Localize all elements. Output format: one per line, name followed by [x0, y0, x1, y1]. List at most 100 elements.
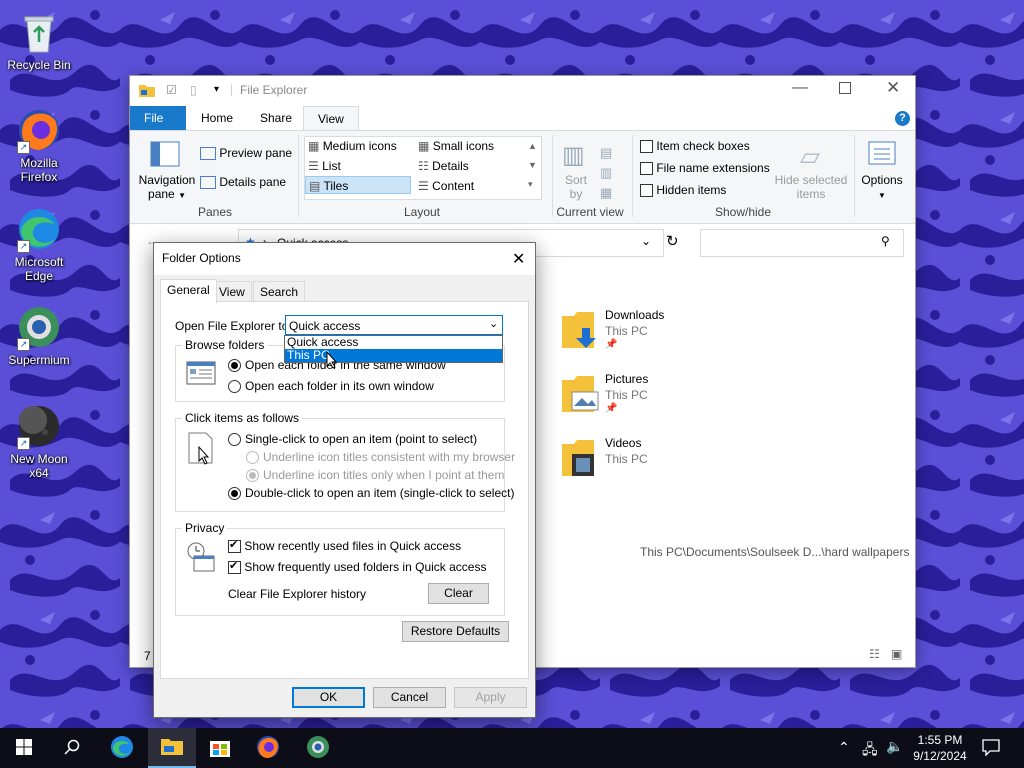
content-icon: ☰ [418, 179, 429, 193]
group-by-icon[interactable]: ▤ ▥ ▦ [600, 143, 612, 203]
hidden-items-label: Hidden items [656, 183, 727, 197]
taskbar-search-button[interactable] [48, 728, 96, 768]
clear-button[interactable]: Clear [428, 583, 489, 604]
chevron-down-icon: ▼ [178, 191, 186, 200]
radio-button[interactable] [228, 380, 241, 394]
hidden-items-toggle[interactable]: Hidden items [640, 183, 727, 198]
radio-own-window[interactable]: Open each folder in its own window [228, 379, 434, 394]
volume-muted-icon[interactable]: 🔈 [886, 738, 903, 755]
details-view-icon[interactable]: ☷ [869, 647, 880, 661]
taskbar-edge[interactable] [98, 728, 146, 768]
explorer-title-bar[interactable]: ☑ ▯ ▾ | File Explorer — ✕ [130, 76, 915, 106]
options-button[interactable]: Options ▼ [860, 173, 904, 201]
layout-tiles-label: Tiles [323, 179, 349, 193]
tab-file[interactable]: File [130, 106, 186, 130]
checkbox[interactable] [228, 538, 241, 554]
show-hidden-icons-icon[interactable]: ⌃ [838, 739, 850, 756]
restore-defaults-button[interactable]: Restore Defaults [402, 621, 509, 642]
frequent-folders-toggle[interactable]: Show frequently used folders in Quick ac… [228, 559, 486, 575]
layout-small-icons[interactable]: ▦ Small icons [418, 139, 494, 153]
desktop-icon-recycle-bin[interactable]: Recycle Bin [1, 8, 77, 72]
start-button[interactable] [0, 728, 48, 768]
large-icons-view-icon[interactable]: ▣ [891, 647, 902, 661]
tab-general[interactable]: General [160, 279, 217, 303]
radio-underline-point[interactable]: Underline icon titles only when I point … [246, 468, 504, 483]
notifications-icon[interactable] [982, 738, 1000, 759]
taskbar-firefox[interactable] [244, 728, 292, 768]
browse-folders-legend: Browse folders [182, 338, 268, 352]
new-folder-icon[interactable]: ▯ [190, 83, 197, 97]
refresh-icon[interactable]: ↻ [666, 232, 679, 250]
dropdown-option-this-pc[interactable]: This PC [285, 349, 502, 362]
taskbar-store[interactable] [196, 728, 244, 768]
file-name-extensions-toggle[interactable]: File name extensions [640, 161, 770, 176]
small-icons-icon: ▦ [418, 139, 430, 153]
radio-button[interactable] [228, 487, 241, 501]
apply-button[interactable]: Apply [454, 687, 527, 708]
tab-view[interactable]: View [303, 106, 359, 131]
maximize-icon[interactable] [839, 82, 851, 94]
customize-toolbar-icon[interactable]: ▾ [214, 84, 219, 95]
tab-view[interactable]: View [212, 281, 252, 302]
dialog-close-icon[interactable]: ✕ [512, 249, 525, 269]
radio-double-click[interactable]: Double-click to open an item (single-cli… [228, 486, 514, 501]
desktop-icon-new-moon[interactable]: ↗ New Moon x64 [1, 402, 77, 480]
clock[interactable]: 1:55 PM 9/12/2024 [908, 732, 972, 764]
clear-history-label: Clear File Explorer history [228, 587, 367, 601]
checkbox[interactable] [640, 140, 653, 154]
desktop-icon-edge[interactable]: ↗ Microsoft Edge [1, 205, 77, 283]
close-icon[interactable]: ✕ [886, 78, 900, 98]
ribbon-separator [632, 135, 633, 217]
desktop-icon-label: Mozilla Firefox [20, 156, 58, 184]
click-items-icon [186, 431, 216, 468]
recent-files-toggle[interactable]: Show recently used files in Quick access [228, 538, 461, 554]
taskbar-file-explorer[interactable] [148, 728, 196, 768]
layout-scroll-icon[interactable]: ▲ ▼ ▾ [528, 137, 537, 194]
open-explorer-select[interactable]: Quick access ⌄ [285, 315, 503, 335]
layout-medium-icons[interactable]: ▦ Medium icons [308, 139, 397, 153]
videos-folder-icon [560, 436, 600, 481]
address-dropdown-icon[interactable]: ⌄ [641, 234, 651, 248]
item-check-boxes-label: Item check boxes [656, 139, 750, 153]
layout-list[interactable]: ☰ List [308, 159, 341, 173]
checkbox[interactable] [640, 162, 653, 176]
radio-button[interactable] [228, 359, 241, 373]
preview-pane-button[interactable]: Preview pane [200, 146, 292, 161]
ok-button[interactable]: OK [292, 687, 365, 708]
firefox-icon [256, 735, 280, 762]
radio-single-click[interactable]: Single-click to open an item (point to s… [228, 432, 477, 447]
item-check-boxes-toggle[interactable]: Item check boxes [640, 139, 750, 154]
radio-button[interactable] [246, 451, 259, 465]
dialog-title-bar[interactable]: Folder Options ✕ [154, 243, 535, 275]
radio-button[interactable] [228, 433, 241, 447]
sort-by-button[interactable]: Sort by [564, 173, 588, 201]
list-item[interactable]: Pictures This PC 📌 [560, 370, 710, 418]
tab-home[interactable]: Home [187, 106, 247, 130]
clock-date: 9/12/2024 [913, 749, 967, 763]
list-item[interactable]: Videos This PC [560, 434, 710, 482]
open-explorer-label: Open File Explorer to: [175, 319, 292, 333]
desktop-icon-supermium[interactable]: ↗ Supermium [1, 303, 77, 367]
tab-share[interactable]: Share [246, 106, 306, 130]
search-input[interactable]: ⚲ [700, 229, 904, 257]
layout-details[interactable]: ☷ Details [418, 159, 469, 173]
checkbox[interactable] [640, 184, 653, 198]
list-item[interactable]: Downloads This PC 📌 [560, 306, 710, 354]
layout-tiles[interactable]: ▤ Tiles [305, 176, 411, 194]
navigation-pane-button[interactable]: Navigation pane ▼ [138, 173, 196, 203]
properties-icon[interactable]: ☑ [166, 83, 177, 97]
radio-button[interactable] [246, 469, 259, 483]
cancel-button[interactable]: Cancel [373, 687, 446, 708]
taskbar-supermium[interactable] [294, 728, 342, 768]
hide-selected-items-button[interactable]: Hide selected items [774, 173, 848, 201]
minimize-icon[interactable]: — [792, 79, 808, 97]
details-pane-button[interactable]: Details pane [200, 175, 287, 190]
help-icon[interactable]: ? [895, 111, 910, 126]
details-pane-label: Details pane [219, 175, 287, 189]
tab-search[interactable]: Search [253, 281, 306, 302]
radio-underline-consistent[interactable]: Underline icon titles consistent with my… [246, 450, 515, 465]
checkbox[interactable] [228, 559, 241, 575]
layout-content[interactable]: ☰ Content [418, 179, 474, 193]
desktop-icon-firefox[interactable]: ↗ Mozilla Firefox [1, 106, 77, 184]
network-icon[interactable]: 🖧 [862, 739, 878, 763]
